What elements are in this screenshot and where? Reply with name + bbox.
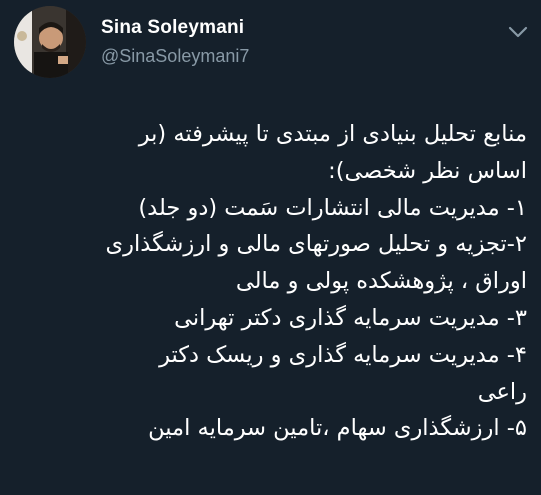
- author-display-name[interactable]: Sina Soleymani: [101, 17, 244, 39]
- tweet-text-line: اوراق ، پژوهشکده پولی و مالی: [235, 268, 527, 295]
- avatar[interactable]: [14, 6, 86, 78]
- tweet-text-line: ۱- مدیریت مالی انتشارات سَمت (دو جلد): [138, 194, 527, 221]
- tweet-text-line: ۳- مدیریت سرمایه گذاری دکتر تهرانی: [174, 304, 527, 331]
- tweet-text-line: ۲-تجزیه و تحلیل صورتهای مالی و ارزشگذاری: [105, 231, 527, 258]
- avatar-photo: [14, 6, 86, 78]
- tweet: Sina Soleymani @SinaSoleymani7 منابع تحل…: [0, 0, 541, 495]
- tweet-text-line: ۵- ارزشگذاری سهام ،تامین سرمایه امین: [148, 415, 527, 442]
- chevron-down-icon[interactable]: [507, 24, 529, 38]
- author-handle[interactable]: @SinaSoleymani7: [101, 46, 249, 67]
- tweet-text-line: راعی: [477, 378, 527, 405]
- tweet-text: منابع تحلیل بنیادی از مبتدی تا پیشرفته (…: [14, 116, 527, 447]
- tweet-text-line: اساس نظر شخصی):: [328, 157, 527, 184]
- tweet-text-line: ۴- مدیریت سرمایه گذاری و ریسک دکتر: [159, 341, 527, 368]
- tweet-text-line: منابع تحلیل بنیادی از مبتدی تا پیشرفته (…: [138, 121, 527, 147]
